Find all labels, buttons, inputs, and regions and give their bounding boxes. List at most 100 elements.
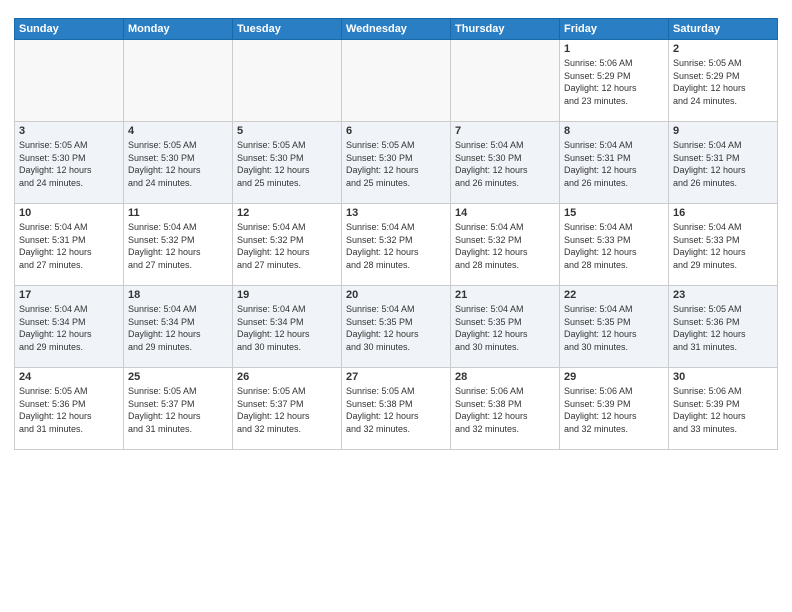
day-number: 17 (19, 289, 119, 301)
calendar-cell: 18 Sunrise: 5:04 AM Sunset: 5:34 PM Dayli… (124, 286, 233, 368)
calendar-cell: 26Sunrise: 5:05 AM Sunset: 5:37 PM Dayli… (233, 368, 342, 450)
calendar-week-3: 10 Sunrise: 5:04 AM Sunset: 5:31 PM Dayli… (15, 204, 778, 286)
calendar-week-5: 24 Sunrise: 5:05 AM Sunset: 5:36 PM Dayli… (15, 368, 778, 450)
day-number: 9 (673, 125, 773, 137)
day-info: Sunrise: 5:06 AM Sunset: 5:38 PM Dayligh… (455, 385, 555, 435)
calendar-cell: 12Sunrise: 5:04 AM Sunset: 5:32 PM Dayli… (233, 204, 342, 286)
weekday-header-tuesday: Tuesday (233, 19, 342, 40)
day-info: Sunrise: 5:04 AM Sunset: 5:34 PM Dayligh… (19, 303, 119, 353)
day-info: Sunrise: 5:04 AM Sunset: 5:34 PM Dayligh… (237, 303, 337, 353)
day-info: Sunrise: 5:05 AM Sunset: 5:30 PM Dayligh… (19, 139, 119, 189)
day-number: 29 (564, 371, 664, 383)
day-number: 6 (346, 125, 446, 137)
weekday-header-thursday: Thursday (451, 19, 560, 40)
calendar-cell (233, 40, 342, 122)
day-number: 22 (564, 289, 664, 301)
day-info: Sunrise: 5:05 AM Sunset: 5:30 PM Dayligh… (237, 139, 337, 189)
day-info: Sunrise: 5:05 AM Sunset: 5:38 PM Dayligh… (346, 385, 446, 435)
calendar-cell: 8 Sunrise: 5:04 AM Sunset: 5:31 PM Daylig… (560, 122, 669, 204)
calendar-cell: 16Sunrise: 5:04 AM Sunset: 5:33 PM Dayli… (669, 204, 778, 286)
day-number: 24 (19, 371, 119, 383)
day-info: Sunrise: 5:04 AM Sunset: 5:32 PM Dayligh… (237, 221, 337, 271)
day-number: 14 (455, 207, 555, 219)
calendar-cell: 7 Sunrise: 5:04 AM Sunset: 5:30 PM Daylig… (451, 122, 560, 204)
calendar-cell: 9Sunrise: 5:04 AM Sunset: 5:31 PM Daylig… (669, 122, 778, 204)
day-info: Sunrise: 5:05 AM Sunset: 5:29 PM Dayligh… (673, 57, 773, 107)
calendar-week-4: 17 Sunrise: 5:04 AM Sunset: 5:34 PM Dayli… (15, 286, 778, 368)
day-info: Sunrise: 5:04 AM Sunset: 5:32 PM Dayligh… (455, 221, 555, 271)
weekday-header-saturday: Saturday (669, 19, 778, 40)
calendar-cell: 3 Sunrise: 5:05 AM Sunset: 5:30 PM Daylig… (15, 122, 124, 204)
day-info: Sunrise: 5:04 AM Sunset: 5:32 PM Dayligh… (346, 221, 446, 271)
day-info: Sunrise: 5:04 AM Sunset: 5:32 PM Dayligh… (128, 221, 228, 271)
calendar-cell: 19 Sunrise: 5:04 AM Sunset: 5:34 PM Dayli… (233, 286, 342, 368)
weekday-header-friday: Friday (560, 19, 669, 40)
calendar-cell: 5 Sunrise: 5:05 AM Sunset: 5:30 PM Daylig… (233, 122, 342, 204)
day-number: 23 (673, 289, 773, 301)
day-info: Sunrise: 5:04 AM Sunset: 5:30 PM Dayligh… (455, 139, 555, 189)
calendar-cell: 2 Sunrise: 5:05 AM Sunset: 5:29 PM Daylig… (669, 40, 778, 122)
day-number: 8 (564, 125, 664, 137)
calendar-cell: 1 Sunrise: 5:06 AM Sunset: 5:29 PM Daylig… (560, 40, 669, 122)
day-number: 10 (19, 207, 119, 219)
weekday-header-wednesday: Wednesday (342, 19, 451, 40)
day-number: 20 (346, 289, 446, 301)
day-info: Sunrise: 5:06 AM Sunset: 5:29 PM Dayligh… (564, 57, 664, 107)
page: General Blue SundayMondayTuesdayWednesda… (0, 0, 792, 612)
day-number: 1 (564, 43, 664, 55)
calendar-cell (451, 40, 560, 122)
calendar-cell: 11 Sunrise: 5:04 AM Sunset: 5:32 PM Dayli… (124, 204, 233, 286)
day-number: 11 (128, 207, 228, 219)
calendar-cell: 13 Sunrise: 5:04 AM Sunset: 5:32 PM Dayli… (342, 204, 451, 286)
calendar-cell: 22 Sunrise: 5:04 AM Sunset: 5:35 PM Dayli… (560, 286, 669, 368)
day-number: 5 (237, 125, 337, 137)
calendar-cell: 15Sunrise: 5:04 AM Sunset: 5:33 PM Dayli… (560, 204, 669, 286)
calendar-cell: 28 Sunrise: 5:06 AM Sunset: 5:38 PM Dayli… (451, 368, 560, 450)
weekday-header-monday: Monday (124, 19, 233, 40)
day-info: Sunrise: 5:04 AM Sunset: 5:33 PM Dayligh… (673, 221, 773, 271)
calendar-cell: 20 Sunrise: 5:04 AM Sunset: 5:35 PM Dayli… (342, 286, 451, 368)
day-info: Sunrise: 5:05 AM Sunset: 5:36 PM Dayligh… (19, 385, 119, 435)
day-info: Sunrise: 5:05 AM Sunset: 5:30 PM Dayligh… (128, 139, 228, 189)
day-number: 25 (128, 371, 228, 383)
calendar-cell: 4 Sunrise: 5:05 AM Sunset: 5:30 PM Daylig… (124, 122, 233, 204)
day-number: 7 (455, 125, 555, 137)
calendar-cell: 21Sunrise: 5:04 AM Sunset: 5:35 PM Dayli… (451, 286, 560, 368)
day-number: 15 (564, 207, 664, 219)
calendar-week-1: 1 Sunrise: 5:06 AM Sunset: 5:29 PM Daylig… (15, 40, 778, 122)
calendar-cell: 14 Sunrise: 5:04 AM Sunset: 5:32 PM Dayli… (451, 204, 560, 286)
header: General Blue (14, 10, 778, 12)
day-number: 2 (673, 43, 773, 55)
day-number: 13 (346, 207, 446, 219)
day-info: Sunrise: 5:04 AM Sunset: 5:35 PM Dayligh… (564, 303, 664, 353)
calendar-cell (124, 40, 233, 122)
day-number: 30 (673, 371, 773, 383)
calendar-cell: 6 Sunrise: 5:05 AM Sunset: 5:30 PM Daylig… (342, 122, 451, 204)
day-info: Sunrise: 5:05 AM Sunset: 5:30 PM Dayligh… (346, 139, 446, 189)
calendar-week-2: 3 Sunrise: 5:05 AM Sunset: 5:30 PM Daylig… (15, 122, 778, 204)
day-info: Sunrise: 5:05 AM Sunset: 5:36 PM Dayligh… (673, 303, 773, 353)
day-number: 27 (346, 371, 446, 383)
day-number: 4 (128, 125, 228, 137)
calendar-cell: 10 Sunrise: 5:04 AM Sunset: 5:31 PM Dayli… (15, 204, 124, 286)
calendar: SundayMondayTuesdayWednesdayThursdayFrid… (14, 18, 778, 450)
calendar-cell: 24 Sunrise: 5:05 AM Sunset: 5:36 PM Dayli… (15, 368, 124, 450)
day-info: Sunrise: 5:04 AM Sunset: 5:31 PM Dayligh… (19, 221, 119, 271)
day-info: Sunrise: 5:04 AM Sunset: 5:31 PM Dayligh… (564, 139, 664, 189)
day-info: Sunrise: 5:05 AM Sunset: 5:37 PM Dayligh… (237, 385, 337, 435)
day-number: 21 (455, 289, 555, 301)
day-info: Sunrise: 5:06 AM Sunset: 5:39 PM Dayligh… (564, 385, 664, 435)
day-info: Sunrise: 5:06 AM Sunset: 5:39 PM Dayligh… (673, 385, 773, 435)
calendar-cell: 25 Sunrise: 5:05 AM Sunset: 5:37 PM Dayli… (124, 368, 233, 450)
calendar-cell: 30 Sunrise: 5:06 AM Sunset: 5:39 PM Dayli… (669, 368, 778, 450)
calendar-header-row: SundayMondayTuesdayWednesdayThursdayFrid… (15, 19, 778, 40)
day-info: Sunrise: 5:04 AM Sunset: 5:35 PM Dayligh… (346, 303, 446, 353)
day-number: 18 (128, 289, 228, 301)
day-number: 28 (455, 371, 555, 383)
calendar-cell: 27 Sunrise: 5:05 AM Sunset: 5:38 PM Dayli… (342, 368, 451, 450)
day-info: Sunrise: 5:04 AM Sunset: 5:34 PM Dayligh… (128, 303, 228, 353)
day-number: 3 (19, 125, 119, 137)
day-info: Sunrise: 5:05 AM Sunset: 5:37 PM Dayligh… (128, 385, 228, 435)
calendar-cell: 23 Sunrise: 5:05 AM Sunset: 5:36 PM Dayli… (669, 286, 778, 368)
day-number: 19 (237, 289, 337, 301)
